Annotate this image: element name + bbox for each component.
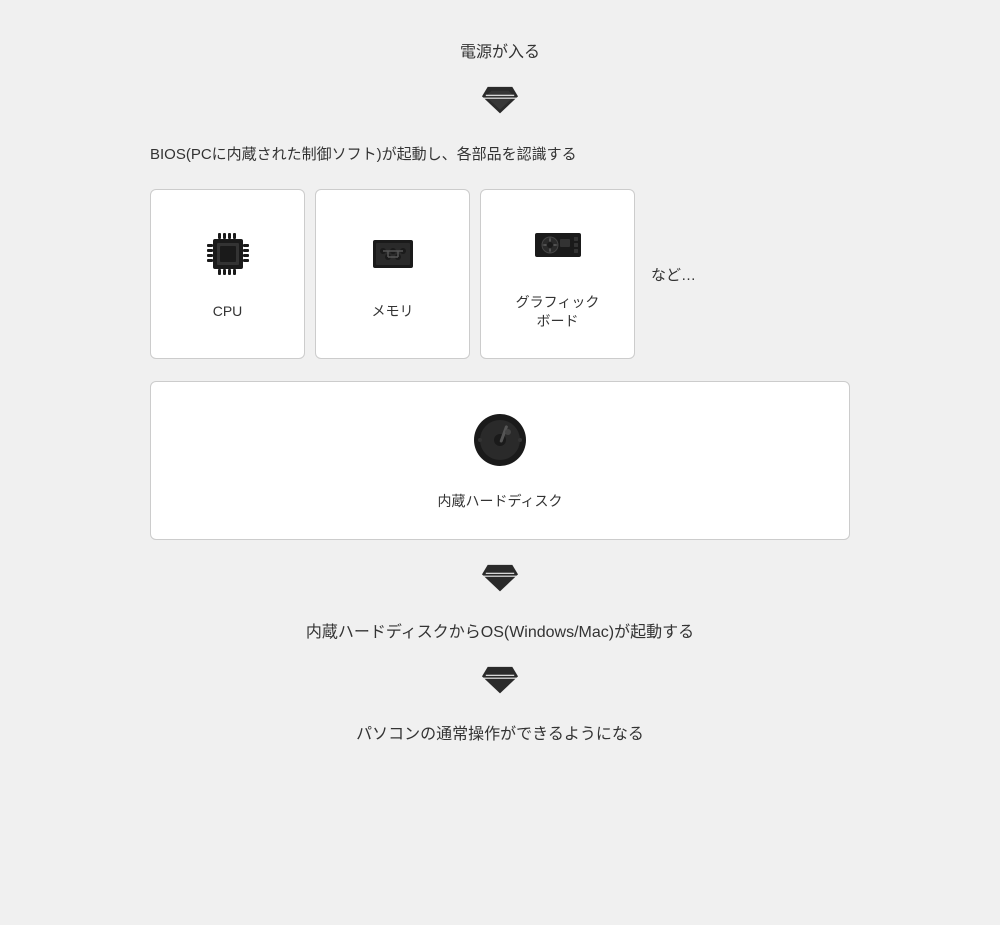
diamond-arrow-icon-3 bbox=[482, 666, 518, 698]
gpu-label: グラフィック ボード bbox=[516, 293, 600, 332]
cpu-label: CPU bbox=[213, 302, 243, 322]
etc-label: など… bbox=[651, 264, 696, 285]
step2-label: 内蔵ハードディスクからOS(Windows/Mac)が起動する bbox=[306, 620, 694, 646]
gpu-icon bbox=[530, 217, 586, 281]
diamond-arrow-icon-2 bbox=[482, 564, 518, 596]
arrow-diamond-3 bbox=[482, 664, 518, 700]
step1-label: 電源が入る bbox=[460, 40, 540, 66]
diamond-arrow-icon-1 bbox=[482, 86, 518, 118]
page-container: 電源が入る BIOS(PCに内蔵された制御ソフト)が起動し、各部品を認識する bbox=[0, 0, 1000, 925]
boxes-group: CPU bbox=[150, 189, 635, 359]
memory-icon bbox=[365, 226, 421, 290]
hdd-icon bbox=[470, 410, 530, 479]
memory-box: メモリ bbox=[315, 189, 470, 359]
gpu-box: グラフィック ボード bbox=[480, 189, 635, 359]
cpu-box: CPU bbox=[150, 189, 305, 359]
components-row: CPU bbox=[150, 189, 850, 359]
bios-label: BIOS(PCに内蔵された制御ソフト)が起動し、各部品を認識する bbox=[150, 142, 850, 168]
step3-label: パソコンの通常操作ができるようになる bbox=[356, 722, 644, 748]
arrow-diamond-2 bbox=[482, 562, 518, 598]
memory-label: メモリ bbox=[372, 302, 414, 322]
cpu-icon bbox=[200, 226, 256, 290]
arrow-diamond-1 bbox=[482, 84, 518, 120]
hdd-label: 内蔵ハードディスク bbox=[437, 491, 562, 511]
hdd-box: 内蔵ハードディスク bbox=[150, 381, 850, 540]
